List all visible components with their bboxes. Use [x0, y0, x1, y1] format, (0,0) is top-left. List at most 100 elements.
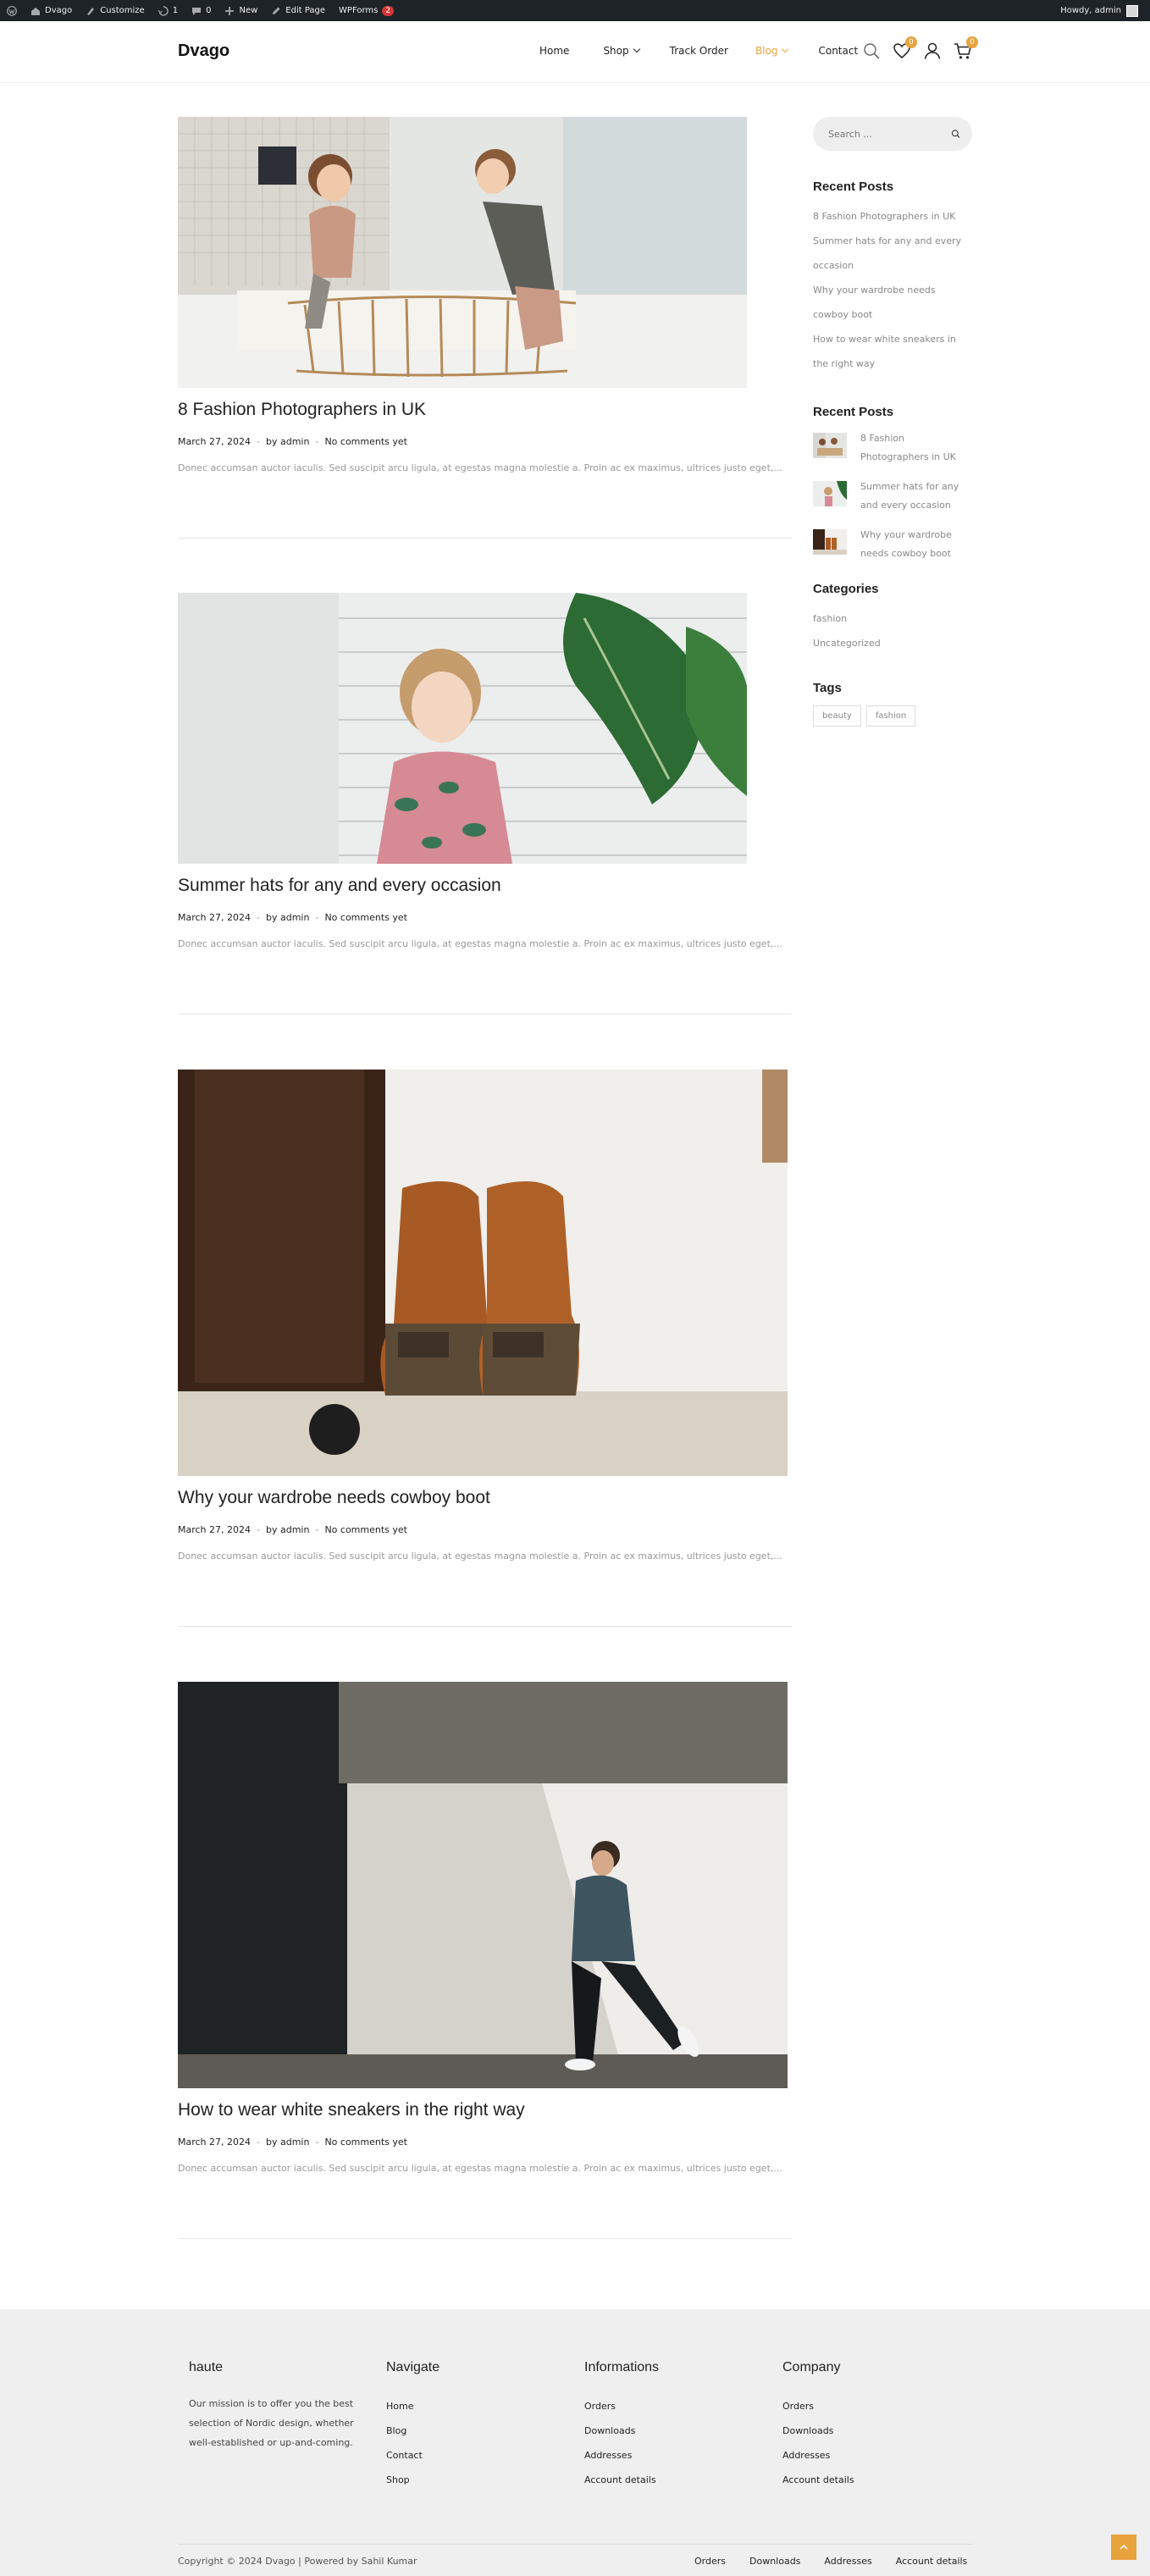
recent-post-thumb-link[interactable]: Why your wardrobe needs cowboy boot [860, 526, 972, 563]
categories-list: fashion Uncategorized [813, 606, 972, 655]
post-image-link[interactable] [178, 1070, 788, 1476]
footer-company-link[interactable]: Downloads [782, 2418, 854, 2443]
wordpress-logo-button[interactable] [0, 0, 24, 21]
admin-new-link[interactable]: New [218, 0, 264, 21]
post-comments[interactable]: No comments yet [324, 2137, 407, 2148]
post-image-boots [178, 1070, 788, 1476]
admin-site-link[interactable]: Dvago [24, 0, 79, 21]
footer-company-link[interactable]: Addresses [782, 2443, 854, 2468]
updates-icon [158, 5, 169, 16]
header-cart-button[interactable]: 0 [954, 36, 978, 60]
post-date[interactable]: March 27, 2024 [178, 912, 251, 923]
footer-bottom-link[interactable]: Orders [694, 2556, 726, 2567]
post-author[interactable]: by admin [266, 2137, 309, 2148]
post-title[interactable]: Summer hats for any and every occasion [178, 873, 792, 898]
footer-nav-link[interactable]: Home [386, 2394, 440, 2418]
post-author[interactable]: by admin [266, 436, 309, 447]
post-image-link[interactable] [178, 1682, 788, 2088]
recent-post-thumb-link[interactable]: Summer hats for any and every occasion [860, 478, 972, 515]
header-account-button[interactable] [923, 41, 942, 60]
search-icon[interactable] [951, 127, 960, 141]
category-link[interactable]: Uncategorized [813, 631, 972, 655]
post-author[interactable]: by admin [266, 1524, 309, 1535]
footer-mission: Our mission is to offer you the best sel… [189, 2398, 354, 2448]
recent-post-item: Summer hats for any and every occasion [813, 478, 972, 515]
admin-bar: Dvago Customize 1 0 New Edit Page WPForm… [0, 0, 1150, 21]
post-image-girl-plant [178, 593, 747, 864]
post-excerpt: Donec accumsan auctor iaculis. Sed susci… [178, 462, 782, 473]
nav-contact[interactable]: Contact [818, 45, 858, 57]
post-date[interactable]: March 27, 2024 [178, 1524, 251, 1535]
footer-bottom-links: Orders Downloads Addresses Account detai… [694, 2556, 967, 2567]
post-image-link[interactable] [178, 117, 747, 388]
footer-nav-link[interactable]: Blog [386, 2418, 440, 2443]
recent-post-thumbnail[interactable] [813, 433, 847, 458]
recent-post-link[interactable]: How to wear white sneakers in the right … [813, 327, 972, 376]
nav-home[interactable]: Home [539, 45, 569, 57]
post-title[interactable]: 8 Fashion Photographers in UK [178, 397, 792, 423]
post-comments[interactable]: No comments yet [324, 436, 407, 447]
recent-post-link[interactable]: 8 Fashion Photographers in UK [813, 204, 972, 229]
admin-wpforms-link[interactable]: WPForms 2 [332, 0, 401, 21]
recent-post-item: Why your wardrobe needs cowboy boot [813, 526, 972, 563]
admin-edit-page-link[interactable]: Edit Page [264, 0, 332, 21]
header-search-button[interactable] [862, 41, 881, 60]
scroll-to-top-button[interactable] [1111, 2535, 1136, 2560]
admin-customize-link[interactable]: Customize [79, 0, 152, 21]
footer-bottom-link[interactable]: Downloads [749, 2556, 800, 2567]
admin-wpforms-label: WPForms [339, 6, 379, 15]
site-header: Dvago Home Shop Track Order Blog Contact… [0, 21, 1150, 83]
footer-info-link[interactable]: Orders [584, 2394, 659, 2418]
recent-post-link[interactable]: Summer hats for any and every occasion [813, 229, 972, 278]
recent-post-thumbnail[interactable] [813, 481, 847, 506]
footer-info-link[interactable]: Account details [584, 2468, 659, 2492]
post-divider [178, 538, 792, 539]
category-link[interactable]: fashion [813, 606, 972, 631]
blog-post: 8 Fashion Photographers in UK March 27, … [178, 117, 792, 473]
post-excerpt: Donec accumsan auctor iaculis. Sed susci… [178, 2163, 782, 2174]
tag-link[interactable]: fashion [865, 705, 916, 727]
site-logo[interactable]: Dvago [178, 41, 229, 61]
footer-nav-link[interactable]: Contact [386, 2443, 440, 2468]
post-author[interactable]: by admin [266, 912, 309, 923]
post-title[interactable]: Why your wardrobe needs cowboy boot [178, 1485, 792, 1511]
admin-comments-link[interactable]: 0 [185, 0, 218, 21]
post-comments[interactable]: No comments yet [324, 1524, 407, 1535]
footer-navigate-column: Navigate Home Blog Contact Shop [386, 2360, 440, 2492]
footer-nav-link[interactable]: Shop [386, 2468, 440, 2492]
footer-company-link[interactable]: Orders [782, 2394, 854, 2418]
header-wishlist-button[interactable]: 0 [893, 36, 917, 60]
post-image-link[interactable] [178, 593, 747, 864]
post-date[interactable]: March 27, 2024 [178, 436, 251, 447]
footer-bottom-link[interactable]: Account details [896, 2556, 968, 2567]
tag-cloud: beauty fashion [813, 705, 972, 727]
sidebar-search [813, 117, 972, 151]
post-meta: March 27, 2024 - by admin - No comments … [178, 1524, 792, 1535]
recent-post-link[interactable]: Why your wardrobe needs cowboy boot [813, 278, 972, 327]
admin-updates-link[interactable]: 1 [152, 0, 185, 21]
search-input[interactable] [828, 128, 951, 140]
post-divider [178, 2238, 792, 2239]
admin-account-link[interactable]: Howdy, admin [1060, 4, 1150, 17]
copyright-text: Copyright © 2024 Dvago | Powered by Sahi… [178, 2556, 417, 2567]
post-date[interactable]: March 27, 2024 [178, 2137, 251, 2148]
nav-blog[interactable]: Blog [755, 45, 789, 57]
recent-post-thumbnail[interactable] [813, 529, 847, 555]
post-excerpt: Donec accumsan auctor iaculis. Sed susci… [178, 938, 782, 949]
admin-howdy-label: Howdy, admin [1060, 6, 1121, 15]
site-footer: haute Our mission is to offer you the be… [0, 2309, 1150, 2576]
post-meta: March 27, 2024 - by admin - No comments … [178, 912, 792, 923]
nav-track-order[interactable]: Track Order [670, 45, 728, 57]
footer-info-link[interactable]: Addresses [584, 2443, 659, 2468]
tags-title: Tags [813, 681, 842, 695]
footer-info-link[interactable]: Downloads [584, 2418, 659, 2443]
footer-bottom-link[interactable]: Addresses [824, 2556, 871, 2567]
post-title[interactable]: How to wear white sneakers in the right … [178, 2098, 792, 2123]
footer-company-link[interactable]: Account details [782, 2468, 854, 2492]
meta-separator: - [315, 436, 319, 447]
post-comments[interactable]: No comments yet [324, 912, 407, 923]
recent-post-thumb-link[interactable]: 8 Fashion Photographers in UK [860, 429, 972, 467]
admin-avatar [1126, 4, 1138, 17]
tag-link[interactable]: beauty [813, 705, 861, 727]
nav-shop[interactable]: Shop [603, 45, 640, 57]
